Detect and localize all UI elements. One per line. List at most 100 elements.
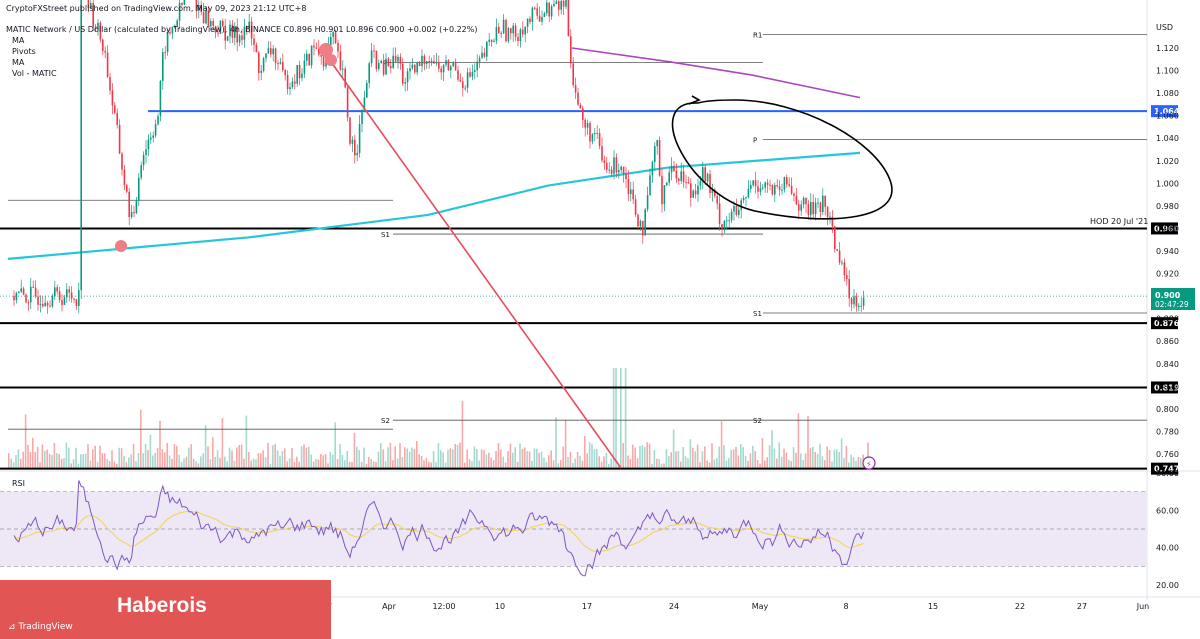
volume-bar — [29, 451, 32, 468]
volume-bar — [495, 450, 497, 468]
volume-bar — [504, 462, 507, 468]
candle-body — [860, 305, 862, 307]
volume-bar — [440, 450, 442, 468]
rsi-tick-label: 20.00 — [1156, 581, 1179, 590]
candle-body — [490, 39, 493, 43]
swing-low-marker[interactable] — [115, 240, 127, 252]
candle-body — [313, 45, 315, 48]
volume-bar — [598, 456, 600, 468]
candle-body — [522, 29, 524, 35]
pivot-label: S2 — [381, 417, 390, 425]
volume-bar — [176, 445, 178, 468]
volume-bar — [224, 456, 226, 468]
last-price-value: 0.900 — [1155, 291, 1181, 300]
candle-body — [406, 71, 409, 83]
volume-bar — [497, 443, 500, 468]
time-tick-label: 24 — [669, 602, 679, 611]
candle-body — [469, 72, 471, 77]
price-tick-label: 0.920 — [1156, 270, 1179, 279]
candle-body — [694, 190, 697, 195]
candle-body — [546, 2, 548, 14]
candle-body — [651, 161, 654, 176]
pivot-label: S1 — [753, 310, 762, 318]
volume-bar — [792, 447, 795, 468]
volume-bar — [180, 462, 183, 468]
volume-bar — [790, 461, 792, 468]
price-tick-label: 0.780 — [1156, 427, 1179, 436]
candle-body — [728, 220, 730, 222]
candle-body — [622, 166, 625, 174]
candle-body — [697, 185, 699, 195]
volume-bar — [291, 447, 293, 468]
candle-body — [649, 175, 651, 196]
volume-bar — [466, 449, 468, 468]
candle-body — [507, 28, 510, 42]
volume-bar — [99, 445, 101, 468]
volume-bar — [142, 453, 144, 468]
bar-countdown: 02:47:29 — [1155, 300, 1189, 309]
volume-bar — [651, 463, 653, 468]
candle-body — [164, 52, 166, 54]
candle-body — [306, 53, 308, 61]
volume-bar — [660, 463, 663, 468]
volume-bar — [672, 429, 675, 468]
volume-bar — [214, 456, 216, 468]
volume-bar — [195, 461, 197, 468]
candle-body — [680, 171, 682, 181]
volume-bar — [39, 462, 41, 468]
volume-bar — [293, 462, 296, 468]
candle-body — [718, 203, 721, 225]
candle-body — [399, 56, 402, 64]
volume-bar — [814, 451, 816, 468]
candle-body — [102, 39, 104, 51]
volume-bar — [416, 440, 418, 468]
volume-bar — [60, 458, 63, 468]
volume-bar — [209, 459, 212, 468]
volume-bar — [800, 453, 802, 468]
volume-bar — [490, 457, 492, 468]
volume-bar — [550, 450, 552, 468]
candle-body — [349, 117, 351, 144]
indicator-pivots[interactable]: Pivots — [12, 47, 36, 56]
candle-body — [385, 58, 387, 75]
candle-body — [735, 205, 738, 215]
candle-body — [342, 68, 344, 70]
candle-body — [18, 291, 20, 293]
volume-bar — [670, 452, 672, 468]
volume-bar — [63, 458, 65, 468]
price-tick-label: 0.980 — [1156, 202, 1179, 211]
volume-bar — [797, 413, 800, 468]
volume-bar — [104, 453, 106, 468]
volume-bar — [692, 447, 694, 468]
price-chart[interactable]: R1PS1S2PS1S2 1.0640.9600.8760.8190.747 1… — [0, 0, 1200, 639]
candle-body — [241, 35, 243, 40]
candle-body — [632, 189, 634, 200]
candle-body — [841, 262, 843, 264]
volume-bar — [545, 461, 548, 468]
volume-bar — [394, 446, 396, 468]
indicator-volume[interactable]: Vol - MATIC — [12, 69, 57, 78]
indicator-ma-1[interactable]: MA — [12, 36, 24, 45]
volume-bar — [123, 456, 125, 468]
volume-bar — [500, 449, 502, 468]
volume-bar — [200, 456, 202, 468]
indicator-ma-2[interactable]: MA — [12, 58, 24, 67]
volume-bar — [252, 458, 255, 468]
candle-body — [459, 79, 462, 82]
candle-body — [618, 170, 620, 173]
trendline-anchor[interactable] — [325, 54, 337, 66]
volume-bar — [420, 456, 423, 468]
volume-bar — [804, 453, 807, 468]
candle-body — [536, 8, 538, 16]
volume-bar — [257, 453, 260, 468]
candle-body — [382, 60, 385, 75]
candle-body — [745, 197, 747, 199]
volume-bar — [473, 446, 476, 468]
volume-bar — [53, 442, 56, 468]
candle-body — [404, 82, 406, 84]
volume-bar — [65, 442, 68, 468]
volume-bar — [437, 443, 440, 468]
volume-bar — [516, 461, 519, 468]
candle-body — [812, 201, 814, 215]
volume-bar — [581, 460, 584, 468]
